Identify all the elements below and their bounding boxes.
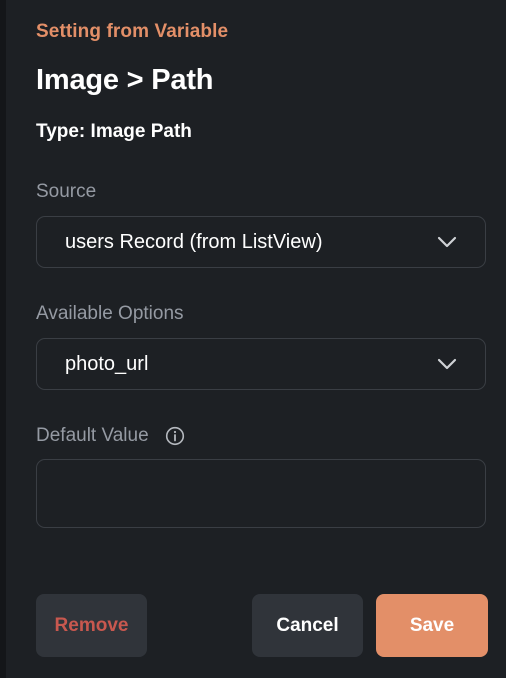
- chevron-down-icon: [437, 358, 457, 370]
- options-label: Available Options: [36, 303, 184, 325]
- options-dropdown[interactable]: photo_url: [36, 338, 486, 390]
- save-button[interactable]: Save: [376, 594, 488, 657]
- default-value-label: Default Value: [36, 425, 185, 447]
- source-label-text: Source: [36, 181, 97, 202]
- cancel-button[interactable]: Cancel: [252, 594, 363, 657]
- source-dropdown[interactable]: users Record (from ListView): [36, 216, 486, 268]
- options-selected-value: photo_url: [65, 352, 149, 375]
- default-value-input[interactable]: [36, 459, 486, 528]
- default-value-label-text: Default Value: [36, 425, 149, 446]
- variable-settings-panel: Setting from Variable Image > Path Type:…: [6, 0, 506, 678]
- options-label-text: Available Options: [36, 303, 184, 324]
- source-label: Source: [36, 181, 96, 203]
- panel-eyebrow: Setting from Variable: [36, 21, 229, 42]
- remove-button[interactable]: Remove: [36, 594, 147, 657]
- info-icon[interactable]: [165, 426, 185, 446]
- source-selected-value: users Record (from ListView): [65, 230, 323, 253]
- page-title: Image > Path: [36, 64, 214, 96]
- chevron-down-icon: [437, 236, 457, 248]
- type-label: Type: Image Path: [36, 121, 192, 142]
